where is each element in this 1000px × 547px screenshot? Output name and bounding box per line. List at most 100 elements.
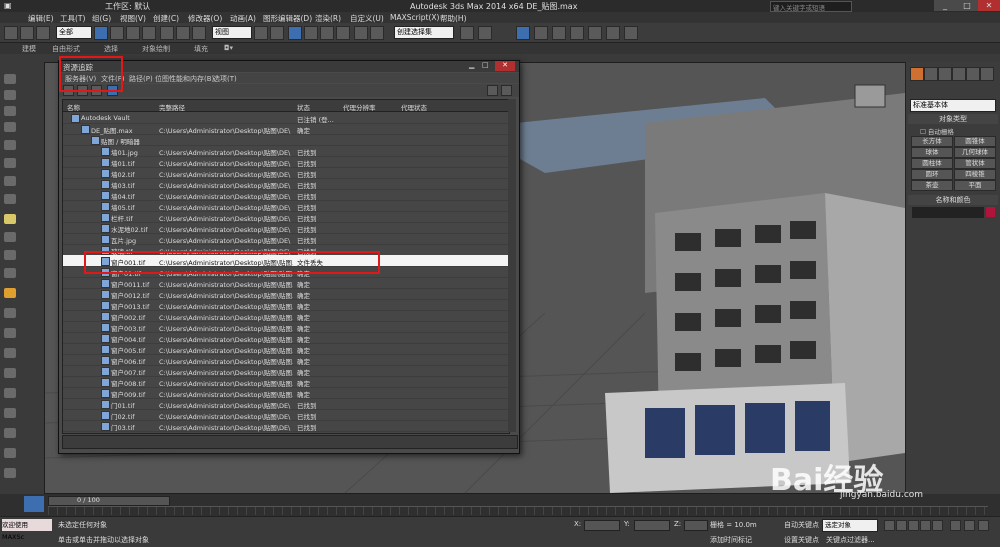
box-button[interactable]: 长方体: [911, 136, 953, 147]
ribbon-tab-object-paint[interactable]: 对象绘制: [142, 44, 170, 54]
rendered-frame-window-icon[interactable]: [606, 26, 620, 40]
asset-list-scrollbar[interactable]: [508, 99, 516, 432]
tool-icon[interactable]: [4, 348, 16, 358]
render-setup-icon[interactable]: [588, 26, 602, 40]
torus-button[interactable]: 圆环: [911, 169, 953, 180]
z-coordinate-field[interactable]: [684, 520, 708, 531]
tool-icon[interactable]: [4, 194, 16, 204]
dialog-path-field[interactable]: [62, 435, 518, 449]
tool-icon[interactable]: [4, 140, 16, 150]
next-frame-icon[interactable]: [920, 520, 931, 531]
cylinder-button[interactable]: 圆柱体: [911, 158, 953, 169]
dialog-menu-paths[interactable]: 路径(P): [129, 74, 153, 84]
dialog-close-button[interactable]: ✕: [495, 61, 515, 71]
object-name-field[interactable]: [912, 207, 984, 218]
rotate-icon[interactable]: [176, 26, 190, 40]
tool-icon[interactable]: [4, 106, 16, 116]
ribbon-options-icon[interactable]: ◘▾: [224, 44, 233, 52]
app-icon[interactable]: ▣: [4, 1, 12, 10]
modify-tab-icon[interactable]: [924, 67, 938, 81]
tool-icon[interactable]: [4, 250, 16, 260]
tool-icon[interactable]: [4, 388, 16, 398]
autogrid-checkbox[interactable]: ☐ 自动栅格: [920, 126, 954, 136]
go-to-end-icon[interactable]: [932, 520, 943, 531]
key-filters-button[interactable]: 关键点过滤器...: [826, 535, 875, 545]
help-icon[interactable]: [487, 85, 498, 96]
column-status[interactable]: 状态: [297, 102, 310, 112]
tool-icon[interactable]: [4, 268, 16, 278]
ribbon-tab-populate[interactable]: 填充: [194, 44, 208, 54]
move-icon[interactable]: [160, 26, 174, 40]
select-manipulate-icon[interactable]: [270, 26, 284, 40]
teapot-button[interactable]: 茶壶: [911, 180, 953, 191]
select-object-icon[interactable]: [94, 26, 108, 40]
tool-icon[interactable]: [4, 428, 16, 438]
edit-named-selection-icon[interactable]: [354, 26, 368, 40]
column-full-path[interactable]: 完整路径: [159, 102, 185, 112]
reference-coordinate-dropdown[interactable]: 视图: [212, 26, 252, 39]
object-type-header[interactable]: 对象类型: [908, 114, 998, 124]
name-color-header[interactable]: 名称和颜色: [908, 195, 998, 205]
hierarchy-tab-icon[interactable]: [938, 67, 952, 81]
add-time-tag-button[interactable]: 添加时间标记: [710, 535, 752, 545]
dialog-menu-bitmap-performance[interactable]: 位图性能和内存(B): [155, 74, 214, 84]
tool-icon[interactable]: [4, 90, 16, 100]
mirror-icon[interactable]: [370, 26, 384, 40]
spinner-snap-icon[interactable]: [336, 26, 350, 40]
maxscript-listener[interactable]: 欢迎使用 MAXSc: [2, 519, 52, 541]
vault-icon[interactable]: [501, 85, 512, 96]
orbit-icon[interactable]: [978, 520, 989, 531]
tool-icon[interactable]: [4, 158, 16, 168]
minimize-button[interactable]: _: [934, 0, 956, 11]
sphere-button[interactable]: 球体: [911, 147, 953, 158]
align-icon[interactable]: [460, 26, 474, 40]
primitive-type-dropdown[interactable]: 标准基本体: [910, 99, 996, 112]
tool-icon[interactable]: [4, 448, 16, 458]
tool-icon[interactable]: [4, 288, 16, 298]
dialog-minimize-button[interactable]: ▁: [469, 61, 474, 69]
named-selection-set-dropdown[interactable]: 创建选择集: [394, 26, 454, 39]
motion-tab-icon[interactable]: [952, 67, 966, 81]
plane-button[interactable]: 平面: [954, 180, 996, 191]
layer-manager-icon[interactable]: [478, 26, 492, 40]
tool-icon[interactable]: [4, 232, 16, 242]
track-bar[interactable]: [48, 506, 988, 515]
ribbon-tab-modeling[interactable]: 建模: [22, 44, 36, 54]
ribbon-tab-freeform[interactable]: 自由形式: [52, 44, 80, 54]
ribbon-tab-selection[interactable]: 选择: [104, 44, 118, 54]
dialog-menu-options[interactable]: 选项(T): [213, 74, 237, 84]
tube-button[interactable]: 管状体: [954, 158, 996, 169]
link-icon[interactable]: [36, 26, 50, 40]
table-row[interactable]: 门03.tif C:\Users\Administrator\Desktop\贴图…: [63, 420, 509, 432]
maximize-button[interactable]: □: [956, 0, 978, 11]
previous-frame-icon[interactable]: [896, 520, 907, 531]
display-tab-icon[interactable]: [966, 67, 980, 81]
set-key-button[interactable]: 设置关键点: [784, 535, 819, 545]
column-proxy-resolution[interactable]: 代理分辨率: [343, 102, 376, 112]
y-coordinate-field[interactable]: [634, 520, 670, 531]
dialog-maximize-button[interactable]: □: [482, 61, 489, 69]
workspace-selector[interactable]: 工作区: 默认: [105, 1, 150, 12]
undo-icon[interactable]: [4, 26, 18, 40]
zoom-icon[interactable]: [950, 520, 961, 531]
close-button[interactable]: ✕: [978, 0, 1000, 11]
percent-snap-icon[interactable]: [320, 26, 334, 40]
curve-editor-icon[interactable]: [534, 26, 548, 40]
tool-icon[interactable]: [4, 468, 16, 478]
create-tab-icon[interactable]: [910, 67, 924, 81]
column-name[interactable]: 名称: [67, 102, 80, 112]
tool-icon[interactable]: [4, 308, 16, 318]
snaps-toggle-icon[interactable]: [288, 26, 302, 40]
tool-icon[interactable]: [4, 368, 16, 378]
tool-icon[interactable]: [4, 176, 16, 186]
pyramid-button[interactable]: 四棱锥: [954, 169, 996, 180]
pivot-icon[interactable]: [254, 26, 268, 40]
selection-filter-dropdown[interactable]: 全部: [56, 26, 92, 39]
window-crossing-icon[interactable]: [142, 26, 156, 40]
utilities-tab-icon[interactable]: [980, 67, 994, 81]
time-slider[interactable]: 0 / 100: [48, 496, 170, 506]
pan-icon[interactable]: [964, 520, 975, 531]
scene-explorer-icon[interactable]: [516, 26, 530, 40]
menu-maxscript[interactable]: MAXScript(X): [390, 13, 439, 22]
redo-icon[interactable]: [20, 26, 34, 40]
